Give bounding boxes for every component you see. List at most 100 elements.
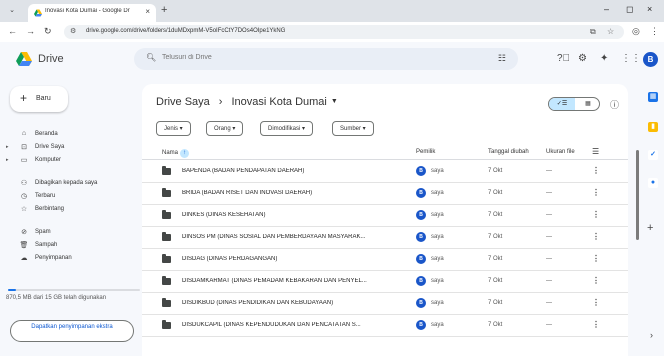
extension-icon[interactable]: ◎ [632, 26, 640, 37]
add-addon-icon[interactable]: + [647, 222, 653, 234]
browser-tab[interactable]: Inovasi Kota Dumai - Google Dr × [28, 4, 156, 22]
filter-chip-jenis[interactable]: Jenis ▾ [156, 121, 191, 136]
modified-date: 7 Okt [488, 278, 503, 284]
sidebar-item-berbintang[interactable]: ☆ Berbintang [0, 205, 140, 216]
sort-ascending-icon[interactable]: ↑ [180, 149, 190, 158]
folder-icon [162, 254, 171, 263]
tab-close-icon[interactable]: × [145, 7, 150, 16]
column-header-name[interactable]: Nama ↑ [162, 149, 190, 158]
address-bar[interactable]: ⚙ drive.google.com/drive/folders/1duMDxp… [64, 25, 624, 39]
breadcrumb-current[interactable]: Inovasi Kota Dumai [231, 96, 326, 108]
more-actions-icon[interactable]: ⋮ [592, 276, 600, 285]
search-input[interactable] [162, 54, 412, 61]
column-header-owner[interactable]: Pemilik [416, 149, 435, 155]
apps-grid-icon[interactable]: ⋮⋮ [621, 53, 641, 64]
modified-date: 7 Okt [488, 300, 503, 306]
breadcrumb-root[interactable]: Drive Saya [156, 96, 210, 108]
search-options-icon[interactable]: ☷ [498, 53, 506, 64]
table-row[interactable]: DISDUKCAPIL (DINAS KEPENDUDUKAN DAN PENC… [142, 315, 628, 337]
back-icon[interactable]: ← [8, 26, 17, 36]
filter-chip-sumber[interactable]: Sumber ▾ [332, 121, 374, 136]
forward-icon[interactable]: → [26, 26, 35, 36]
column-name-label: Nama [162, 150, 179, 156]
info-icon[interactable]: ⓘ [610, 98, 619, 111]
list-view-button[interactable]: ✓☰ [549, 98, 575, 110]
owner-label: saya [431, 256, 444, 262]
table-row[interactable]: DISDIKBUD (DINAS PENDIDIKAN DAN KEBUDAYA… [142, 293, 628, 315]
sidebar-item-beranda[interactable]: ⌂ Beranda [0, 130, 140, 141]
table-row[interactable]: BAPENDA (BADAN PENDAPATAN DAERAH) Bsaya 7 … [142, 161, 628, 183]
table-row[interactable]: DINSOS PM (DINAS SOSIAL DAN PEMBERDAYAAN… [142, 227, 628, 249]
settings-icon[interactable]: ⚙ [578, 53, 587, 64]
calendar-icon[interactable]: ▦ [648, 92, 658, 102]
sidebar-item-terbaru[interactable]: ◷ Terbaru [0, 192, 140, 203]
sidebar-item-label: Beranda [35, 131, 58, 137]
tasks-icon[interactable]: ✓ [648, 150, 658, 160]
search-bar[interactable]: 🔍︎ ☷ [134, 48, 518, 70]
more-actions-icon[interactable]: ⋮ [592, 232, 600, 241]
url-text[interactable]: drive.google.com/drive/folders/1duMDxpmM… [86, 28, 285, 34]
sort-options-icon[interactable]: ☰ [592, 147, 599, 156]
more-actions-icon[interactable]: ⋮ [592, 320, 600, 329]
file-name: DINSOS PM (DINAS SOSIAL DAN PEMBERDAYAAN… [182, 234, 366, 240]
folder-icon [162, 276, 171, 285]
account-avatar[interactable]: B [643, 52, 658, 67]
file-size: — [546, 322, 552, 328]
table-row[interactable]: DISDAG (DINAS PERDAGANGAN) Bsaya 7 Okt — ⋮ [142, 249, 628, 271]
sidebar-item-spam[interactable]: ⊘ Spam [0, 228, 140, 239]
table-row[interactable]: BRIDA (BADAN RISET DAN INOVASI DAERAH) Bs… [142, 183, 628, 205]
reload-icon[interactable]: ↻ [44, 26, 52, 37]
table-row[interactable]: DISDAMKARMAT (DINAS PEMADAM KEBAKARAN DA… [142, 271, 628, 293]
site-info-icon[interactable]: ⚙ [70, 27, 76, 35]
new-button-label: Baru [36, 95, 51, 102]
help-icon[interactable]: ?⃝ [557, 53, 570, 64]
install-app-icon[interactable]: ⧉ [590, 27, 596, 37]
get-storage-button[interactable]: Dapatkan penyimpanan ekstra [10, 320, 134, 342]
modified-date: 7 Okt [488, 168, 503, 174]
new-button[interactable]: + Baru [10, 86, 68, 112]
sidebar-item-dibagikan[interactable]: ⚇ Dibagikan kepada saya [0, 179, 140, 190]
scrollbar[interactable] [636, 150, 639, 240]
sidebar-item-sampah[interactable]: 🗑︎ Sampah [0, 241, 140, 252]
sidebar-item-penyimpanan[interactable]: ☁ Penyimpanan [0, 254, 140, 265]
more-actions-icon[interactable]: ⋮ [592, 166, 600, 175]
sidebar-item-komputer[interactable]: ▸ ▭ Komputer [0, 156, 140, 167]
minimize-icon[interactable]: – [604, 4, 609, 14]
column-header-size[interactable]: Ukuran file [546, 149, 575, 155]
file-name: DISDAG (DINAS PERDAGANGAN) [182, 256, 278, 262]
bookmark-star-icon[interactable]: ☆ [607, 27, 614, 36]
grid-view-button[interactable]: ▦ [575, 98, 599, 110]
expand-icon[interactable]: ▸ [6, 144, 9, 150]
more-actions-icon[interactable]: ⋮ [592, 210, 600, 219]
search-icon[interactable]: 🔍︎ [146, 53, 156, 62]
more-actions-icon[interactable]: ⋮ [592, 188, 600, 197]
owner-avatar: B [416, 232, 426, 242]
browser-menu-icon[interactable]: ⋮ [650, 26, 659, 37]
close-window-icon[interactable]: × [647, 4, 652, 14]
restore-icon[interactable]: ◻ [626, 4, 633, 15]
gemini-icon[interactable]: ✦ [600, 53, 608, 64]
table-row[interactable]: DINKES (DINAS KESEHATAN) Bsaya 7 Okt — ⋮ [142, 205, 628, 227]
filter-chip-label: Sumber [340, 126, 362, 132]
more-actions-icon[interactable]: ⋮ [592, 298, 600, 307]
filter-chip-label: Jenis [164, 126, 179, 132]
new-tab-icon[interactable]: + [161, 4, 167, 16]
breadcrumb-dropdown-icon[interactable]: ▼ [331, 98, 338, 105]
show-side-panel-icon[interactable]: › [650, 330, 653, 340]
column-header-date[interactable]: Tanggal diubah [488, 149, 529, 155]
sidebar-item-label: Spam [35, 229, 51, 235]
tab-search-icon[interactable]: ⌄ [6, 5, 18, 17]
sidebar-item-label: Komputer [35, 157, 62, 163]
file-size: — [546, 190, 552, 196]
expand-icon[interactable]: ▸ [6, 157, 9, 163]
owner-avatar: B [416, 276, 426, 286]
keep-icon[interactable]: ▮ [648, 122, 658, 132]
contacts-icon[interactable]: ● [648, 178, 658, 188]
shared-icon: ⚇ [20, 180, 28, 187]
sidebar-item-drive-saya[interactable]: ▸ ⊡ Drive Saya [0, 143, 140, 154]
more-actions-icon[interactable]: ⋮ [592, 254, 600, 263]
brand-title[interactable]: Drive [38, 53, 64, 65]
filter-chip-dimodifikasi[interactable]: Dimodifikasi ▾ [260, 121, 314, 136]
filter-chip-orang[interactable]: Orang ▾ [206, 121, 244, 136]
plus-icon: + [20, 91, 28, 105]
